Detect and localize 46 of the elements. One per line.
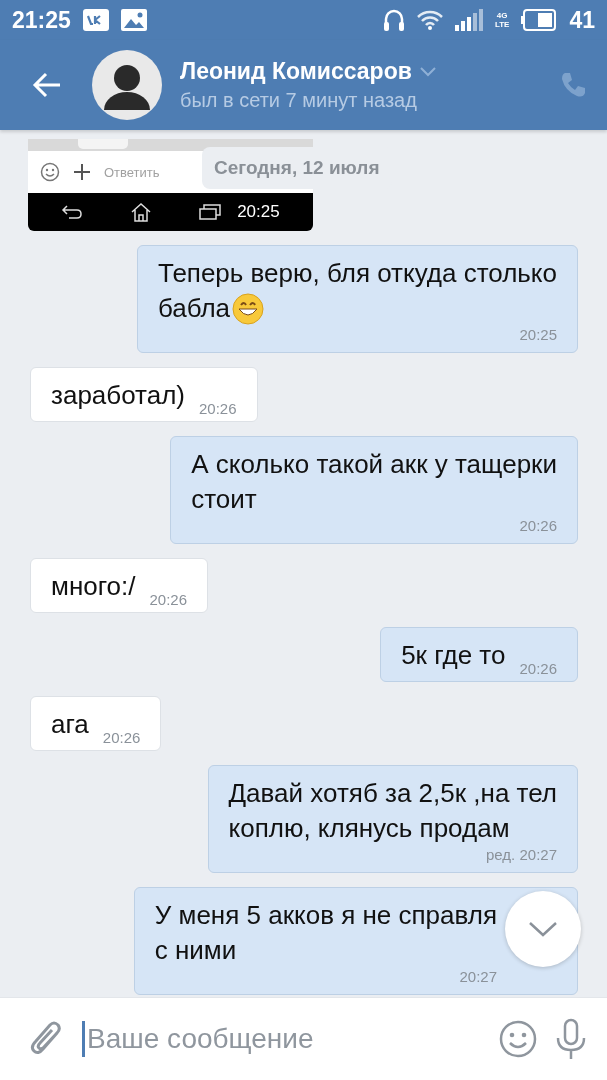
avatar[interactable] xyxy=(92,50,162,120)
message-time: 20:26 xyxy=(518,517,557,535)
vk-icon xyxy=(82,9,109,31)
message-text: с ними xyxy=(154,934,237,967)
plus-icon xyxy=(74,164,90,180)
screenshot-tab xyxy=(78,139,128,149)
phone-icon xyxy=(559,71,587,99)
microphone-icon xyxy=(555,1018,587,1060)
message-time: 20:26 xyxy=(102,729,141,746)
battery-percent: 41 xyxy=(569,6,595,34)
back-arrow-icon xyxy=(32,72,62,98)
last-seen-status: был в сети 7 минут назад xyxy=(180,89,418,112)
message-time: 20:26 xyxy=(199,400,237,417)
message-time: 20:26 xyxy=(519,660,557,677)
message-text: А сколько такой акк у тащерки xyxy=(191,448,557,481)
reply-label: Ответить xyxy=(104,164,160,180)
message-text: У меня 5 акков я не справля xyxy=(154,899,497,932)
clock-time: 21:25 xyxy=(12,6,71,34)
recent-apps-icon xyxy=(198,204,221,220)
message-text: стоит xyxy=(191,483,257,516)
message-time: 20:27 xyxy=(458,968,497,986)
smiley-icon xyxy=(499,1020,537,1058)
chevron-down-icon xyxy=(528,921,558,937)
attachment-time: 20:25 xyxy=(237,202,280,222)
home-icon xyxy=(129,202,152,222)
message-text: бабла xyxy=(157,292,231,325)
network-type: 4G LTE xyxy=(494,11,510,29)
message-text: 5к где то xyxy=(401,639,506,672)
message-text: ага xyxy=(51,708,89,741)
message-time: 20:25 xyxy=(518,326,557,344)
headphones-icon xyxy=(382,8,405,32)
contact-name: Леонид Комиссаров xyxy=(180,58,412,85)
wifi-icon xyxy=(416,9,443,31)
message-text: заработал) xyxy=(51,379,185,412)
battery-icon xyxy=(521,9,558,31)
signal-icon xyxy=(454,9,483,31)
message-time: 20:26 xyxy=(149,591,188,608)
smiley-icon xyxy=(40,162,60,182)
message-time: ред. 20:27 xyxy=(485,846,557,864)
message-text: коплю, клянусь продам xyxy=(228,812,510,845)
message-text: Теперь верю, бля откуда столько xyxy=(157,257,557,290)
message-text: Давай хотяб за 2,5к ,на тел xyxy=(228,777,557,810)
back-icon xyxy=(61,204,84,220)
image-icon xyxy=(120,9,147,31)
message-text: много:/ xyxy=(51,570,136,603)
chevron-down-icon xyxy=(419,66,436,77)
